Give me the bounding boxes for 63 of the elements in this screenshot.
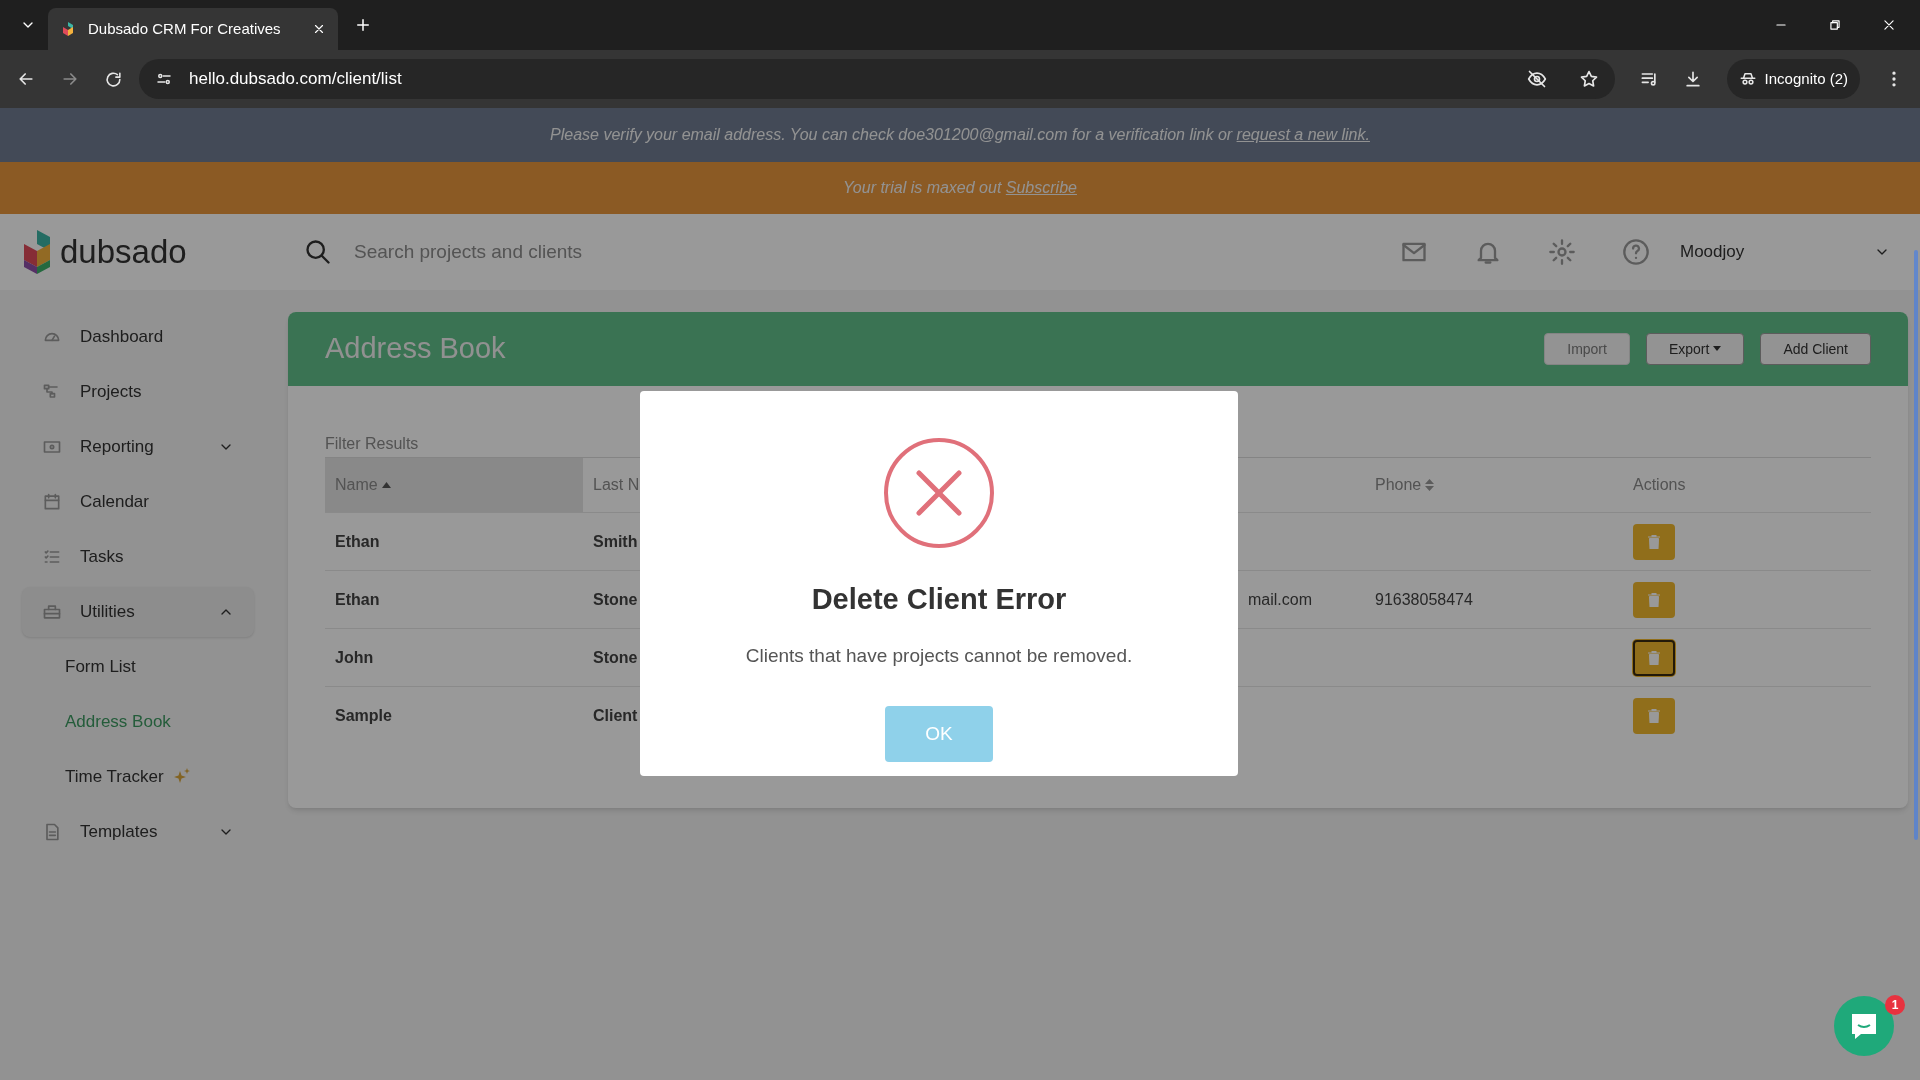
error-icon [884,438,994,548]
chat-icon [1849,1011,1879,1041]
caret-icon [1713,346,1722,352]
search-field[interactable]: Search projects and clients [354,237,1054,267]
eye-off-icon[interactable] [1526,69,1547,89]
notice-text: Please verify your email address. You can check doe301200@gmail.com for a verification link or request a new link. [550,125,1370,145]
table-cell-text: Ethan [334,531,381,552]
site-icon [60,21,76,37]
table-cell-text: Client [592,705,639,726]
sidebar-item[interactable]: Utilities [22,587,254,637]
tab-title: Dubsado CRM For Creatives [88,18,282,39]
browser-tab[interactable]: Dubsado CRM For Creatives [48,8,338,50]
table-cell-text: 91638058474 [1374,589,1474,610]
dialog-title: Delete Client Error [811,582,1067,617]
address-bar[interactable]: hello.dubsado.com/client/list [139,59,1615,99]
star-icon[interactable] [1578,69,1599,89]
reload-icon[interactable] [104,69,123,89]
trash-icon [1648,592,1660,607]
trash-icon [1648,708,1660,723]
url-text: hello.dubsado.com/client/list [189,68,403,91]
sort-icon [1425,479,1435,491]
sidebar-item[interactable]: Calendar [22,477,254,527]
notification-badge: 1 [1885,995,1905,1015]
table-cell-text: Stone [592,589,639,610]
close-icon[interactable] [312,22,326,36]
close-icon[interactable] [1882,18,1896,32]
header-button[interactable]: Add Client [1760,333,1871,365]
logo-text: dubsado [60,232,187,273]
table-cell-text: mail.com [1247,589,1313,610]
delete-button[interactable] [1633,639,1675,676]
dropdown-button[interactable]: Export [1645,333,1745,365]
notice-text: Your trial is maxed out Subscribe [843,178,1077,198]
sidebar-item[interactable]: Reporting [22,422,254,472]
dialog-message: Clients that have projects cannot be removed. [745,643,1133,668]
column-header: Actions [1632,475,1687,495]
incognito-icon [1738,70,1757,88]
sidebar-item[interactable]: Dashboard [22,312,254,362]
filter-label: Filter Results [325,434,420,454]
table-cell-text: John [334,647,375,668]
chat-button[interactable] [1834,996,1894,1056]
table-cell-text: Stone [592,647,639,668]
table-cell-text: Sample [334,705,393,726]
sidebar-subitem[interactable]: Time Tracker [22,752,254,802]
profile-button[interactable]: Incognito (2) [1726,59,1860,99]
sidebar-item[interactable]: Tasks [22,532,254,582]
notice-link[interactable]: request a new link. [1236,126,1370,143]
column-header: Last N [592,475,641,495]
sidebar-icon [42,602,62,622]
page-title: Address Book [325,331,507,367]
table-cell-text: Ethan [334,589,381,610]
trash-icon [1648,534,1660,549]
sort-ascending-icon [381,482,391,488]
sidebar-item[interactable]: Projects [22,367,254,417]
scrollbar[interactable] [1914,250,1918,840]
trash-icon [1648,650,1660,665]
sidebar-item[interactable]: Templates [22,807,254,857]
logo-icon [22,230,52,274]
table-cell-text: Smith [592,531,639,552]
sidebar-icon [42,492,62,512]
new-tab-icon[interactable] [354,16,372,34]
restore-icon[interactable] [1828,18,1842,32]
search-icon [304,238,332,266]
sidebar-subitem[interactable]: Form List [22,642,254,692]
